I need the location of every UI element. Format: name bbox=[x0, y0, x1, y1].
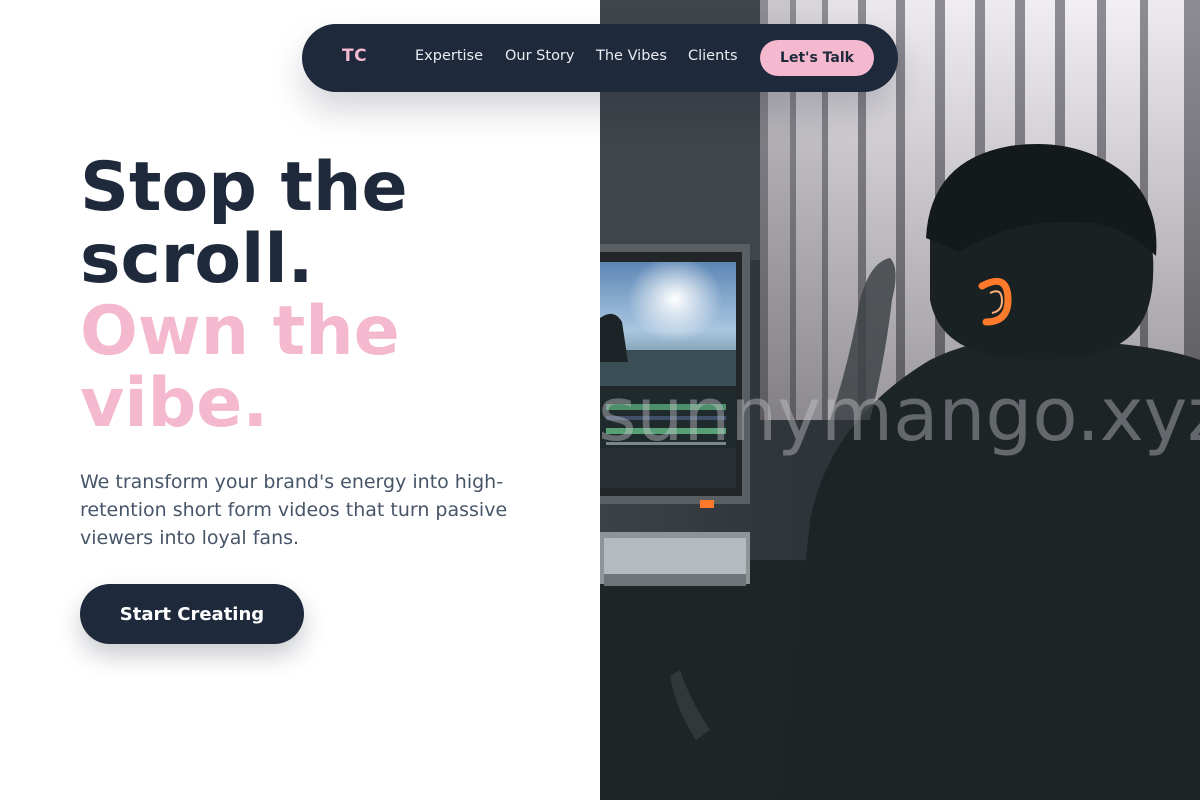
watermark-text: sunnymango.xyz bbox=[600, 372, 1200, 458]
headline-line-4: vibe. bbox=[80, 364, 269, 443]
nav-link-our-story[interactable]: Our Story bbox=[505, 48, 574, 64]
nav-link-expertise[interactable]: Expertise bbox=[415, 48, 483, 64]
start-creating-button[interactable]: Start Creating bbox=[80, 584, 304, 644]
top-navigation: TC Expertise Our Story The Vibes Clients… bbox=[302, 24, 898, 92]
keyboard bbox=[600, 532, 750, 586]
hero-photo: sunnymango.xyz bbox=[600, 0, 1200, 800]
headline-line-1: Stop the bbox=[80, 148, 408, 227]
headline-line-3: Own the bbox=[80, 292, 400, 371]
nav-link-clients[interactable]: Clients bbox=[688, 48, 738, 64]
hero-subtext: We transform your brand's energy into hi… bbox=[80, 471, 508, 549]
hero-headline: Stop the scroll. Own the vibe. bbox=[80, 152, 580, 440]
brand-logo[interactable]: TC bbox=[342, 46, 367, 66]
headline-line-2: scroll. bbox=[80, 220, 314, 299]
nav-link-the-vibes[interactable]: The Vibes bbox=[596, 48, 667, 64]
lets-talk-button[interactable]: Let's Talk bbox=[760, 40, 874, 76]
